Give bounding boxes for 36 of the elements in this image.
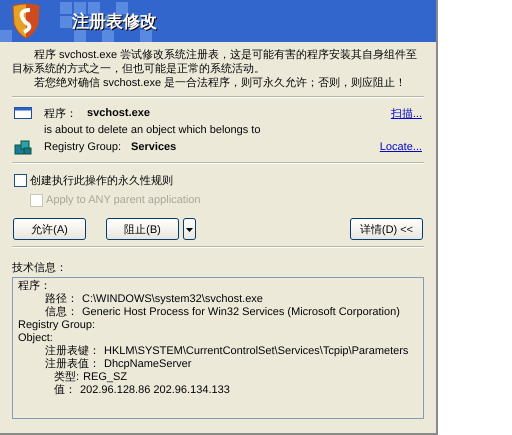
info-label: Object: — [18, 332, 53, 344]
registry-cubes-icon — [14, 139, 32, 155]
info-label: 注册表键： — [45, 345, 100, 358]
info-value: Generic Host Process for Win32 Services (Microsoft Corporation) — [82, 306, 400, 319]
info-label: 路径： — [45, 293, 78, 306]
scan-link[interactable]: 扫描... — [390, 106, 422, 120]
info-value: DhcpNameServer — [104, 358, 192, 371]
info-label: 信息： — [45, 306, 78, 319]
info-value: C:\WINDOWS\system32\svchost.exe — [82, 293, 263, 306]
shield-logo-icon — [10, 2, 42, 40]
program-label: 程序： — [44, 106, 77, 120]
info-value: 202.96.128.86 202.96.134.133 — [80, 384, 230, 397]
locate-link[interactable]: Locate... — [380, 141, 422, 153]
block-button[interactable]: 阻止(B) — [106, 218, 179, 240]
checkbox[interactable] — [14, 174, 27, 186]
info-label: 类型: — [54, 371, 80, 384]
warning-message: 若您绝对确信 svchost.exe 是一合法程序，则可永久允许；否则，则应阻止！ — [33, 76, 408, 90]
program-name: svchost.exe — [87, 107, 150, 119]
info-label: 注册表值： — [45, 358, 100, 371]
info-label: 值： — [54, 384, 76, 397]
allow-button[interactable]: 允许(A) — [13, 218, 86, 240]
details-button[interactable]: 详情(D) << — [350, 218, 423, 240]
info-label: Registry Group: — [18, 319, 96, 332]
dropdown-button[interactable] — [183, 218, 196, 240]
group-name: Services — [131, 141, 176, 153]
group-label: Registry Group: — [44, 141, 122, 153]
warning-message: 程序 svchost.exe 尝试修改系统注册表，这是可能有害的程序安装其自身组件至目标系统的方式之一，但也可能是正常的系统活动。 — [12, 48, 418, 76]
caret-icon — [186, 228, 193, 232]
action-text: is about to delete an object which belongs to — [44, 124, 260, 136]
window-icon — [14, 107, 32, 119]
tech-info-title: 技术信息： — [12, 262, 67, 274]
info-value: HKLM\SYSTEM\CurrentControlSet\Services\Tcpip\Parameters — [104, 345, 408, 358]
window-title: 注册表修改 — [72, 10, 157, 32]
checkbox-label[interactable]: 创建执行此操作的永久性规则 — [30, 172, 173, 188]
info-value: REG_SZ — [83, 371, 128, 384]
info-label: 程序： — [18, 280, 51, 293]
